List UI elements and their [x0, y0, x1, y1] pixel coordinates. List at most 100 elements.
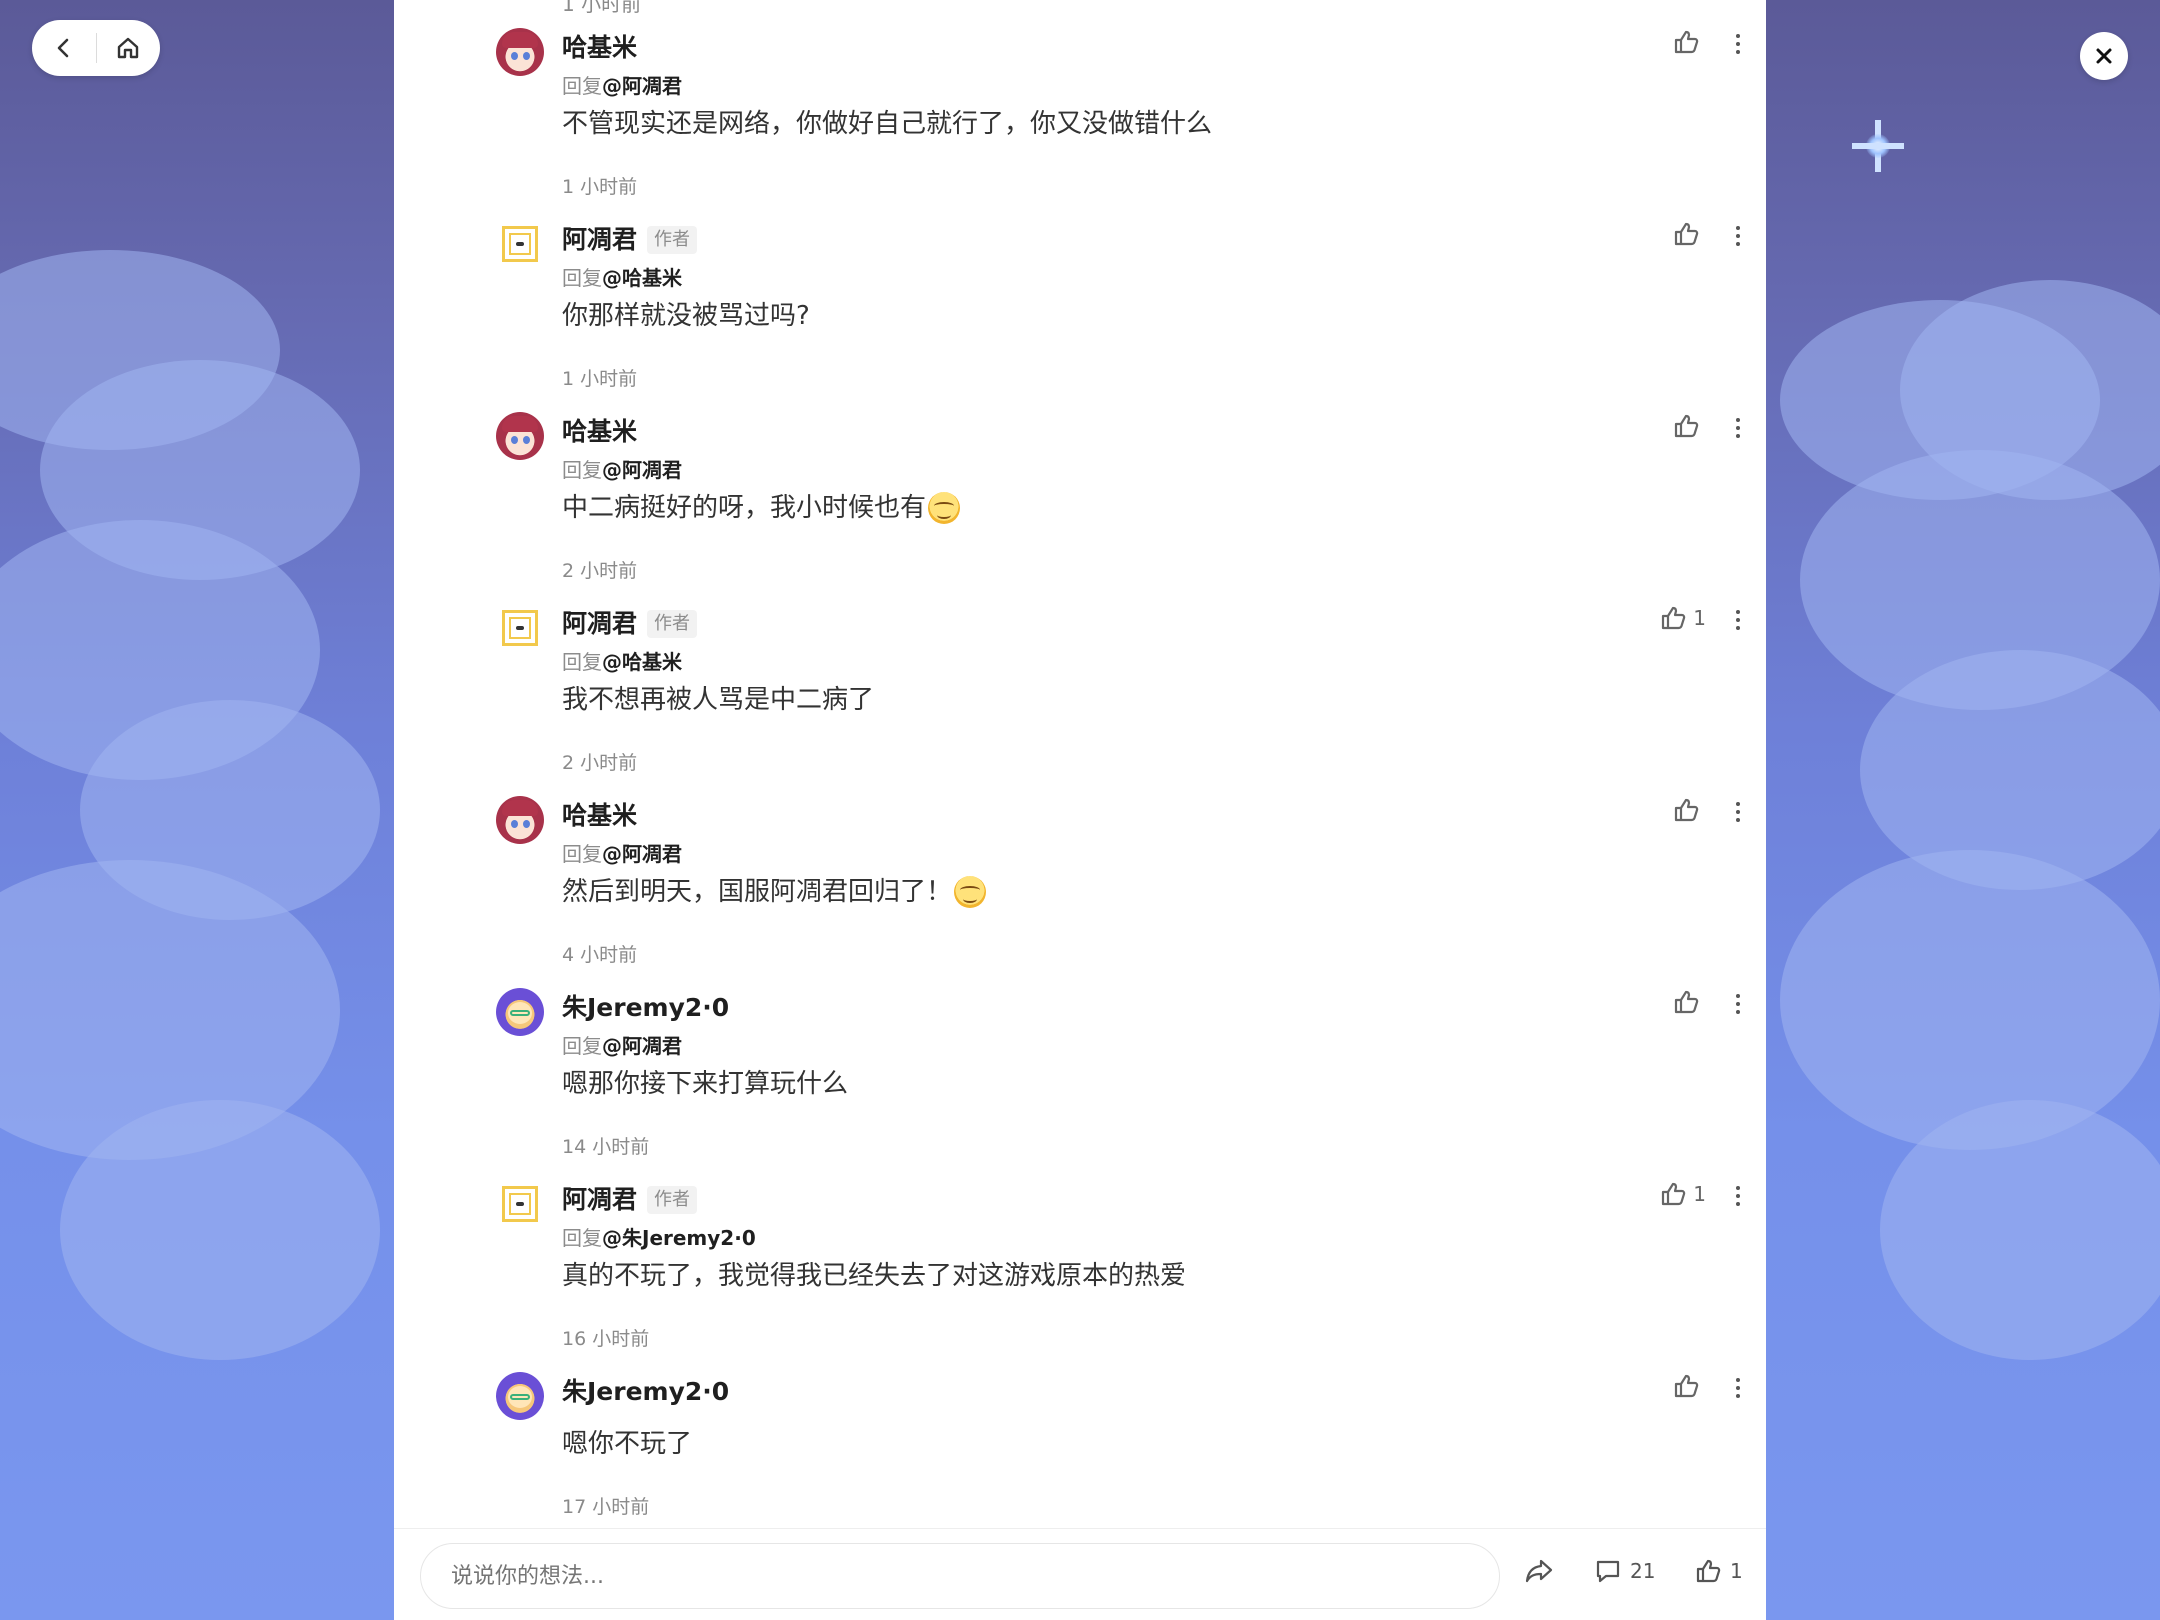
like-button[interactable] [1672, 28, 1706, 56]
home-icon [118, 37, 139, 59]
thumbs-up-icon [1662, 1182, 1686, 1206]
username-text: 阿凋君 [562, 1185, 638, 1214]
username[interactable]: 哈基米 [562, 416, 637, 448]
comment-panel: 1 小时前 哈基米 回复@阿凋君 不管现实还是网络，你做好自己就行了，你又没做错什么… [394, 0, 1766, 1620]
comment-body: 然后到明天，国服阿凋君回归了！ [562, 877, 953, 907]
comment-time: 4 小时前 [562, 944, 638, 966]
avatar[interactable] [496, 1372, 544, 1420]
comment-count: 21 [1630, 1559, 1656, 1583]
close-icon [2096, 48, 2112, 64]
like-button[interactable] [1672, 220, 1706, 248]
like-button[interactable] [1672, 988, 1706, 1016]
username[interactable]: 哈基米 [562, 32, 637, 64]
reply-mention[interactable]: @阿凋君 [602, 458, 682, 482]
more-options-icon[interactable] [1732, 226, 1744, 246]
username-text: 朱Jeremy2·0 [562, 1377, 730, 1406]
like-count: 1 [1693, 606, 1706, 630]
bottom-bar: 21 1 [394, 1528, 1766, 1620]
avatar[interactable] [500, 1184, 540, 1224]
avatar[interactable] [496, 796, 544, 844]
comment-time: 16 小时前 [562, 1328, 650, 1350]
comment-body: 嗯那你接下来打算玩什么 [562, 1069, 849, 1099]
author-badge: 作者 [647, 1186, 698, 1214]
username[interactable]: 阿凋君 作者 [562, 224, 698, 256]
like-button[interactable] [1672, 796, 1706, 824]
nav-pill [32, 20, 160, 76]
avatar[interactable] [496, 412, 544, 460]
home-button[interactable] [97, 20, 161, 76]
close-button[interactable] [2080, 32, 2128, 80]
more-options-icon[interactable] [1732, 418, 1744, 438]
more-options-icon[interactable] [1732, 610, 1744, 630]
comment-time: 17 小时前 [562, 1496, 650, 1518]
comment-text: 然后到明天，国服阿凋君回归了！ [562, 874, 987, 910]
username-text: 阿凋君 [562, 225, 638, 254]
thumbs-up-icon [1662, 606, 1686, 630]
more-options-icon[interactable] [1732, 1378, 1744, 1398]
more-options-icon[interactable] [1732, 1186, 1744, 1206]
comment-time: 14 小时前 [562, 1136, 650, 1158]
reply-mention[interactable]: @阿凋君 [602, 74, 682, 98]
comment-text: 真的不玩了，我觉得我已经失去了对这游戏原本的热爱 [562, 1258, 1186, 1294]
like-count: 1 [1693, 1182, 1706, 1206]
reply-mention[interactable]: @阿凋君 [602, 1034, 682, 1058]
reply-mention[interactable]: @哈基米 [602, 266, 682, 290]
reply-prefix: 回复 [562, 842, 602, 866]
reply-target: 回复@朱Jeremy2·0 [562, 1224, 756, 1252]
reply-prefix: 回复 [562, 266, 602, 290]
comment-time: 2 小时前 [562, 752, 638, 774]
previous-comment-time: 1 小时前 [562, 0, 642, 16]
thumbs-up-icon [1674, 414, 1699, 438]
avatar[interactable] [496, 28, 544, 76]
back-button[interactable] [32, 20, 96, 76]
reply-target: 回复@哈基米 [562, 264, 682, 292]
like-post-button[interactable]: 1 [1694, 1557, 1743, 1585]
reply-mention[interactable]: @朱Jeremy2·0 [602, 1226, 756, 1250]
avatar[interactable] [496, 988, 544, 1036]
username[interactable]: 哈基米 [562, 800, 637, 832]
more-options-icon[interactable] [1732, 802, 1744, 822]
username[interactable]: 阿凋君 作者 [562, 1184, 698, 1216]
comment-text: 你那样就没被骂过吗? [562, 298, 810, 334]
reply-prefix: 回复 [562, 458, 602, 482]
reply-target: 回复@哈基米 [562, 648, 682, 676]
reply-prefix: 回复 [562, 1034, 602, 1058]
more-options-icon[interactable] [1732, 994, 1744, 1014]
avatar[interactable] [500, 608, 540, 648]
thumbs-up-icon [1696, 1559, 1721, 1583]
sparkle-star [1852, 120, 1904, 172]
reply-mention[interactable]: @阿凋君 [602, 842, 682, 866]
comment-time: 1 小时前 [562, 368, 638, 390]
comment-count-button[interactable]: 21 [1594, 1557, 1655, 1585]
username-text: 朱Jeremy2·0 [562, 993, 730, 1022]
username-text: 阿凋君 [562, 609, 638, 638]
like-button[interactable] [1672, 1372, 1706, 1400]
share-button[interactable] [1524, 1557, 1554, 1585]
username-text: 哈基米 [562, 417, 638, 446]
more-options-icon[interactable] [1732, 34, 1744, 54]
comment-input[interactable] [420, 1543, 1500, 1609]
thumbs-up-icon [1674, 990, 1699, 1014]
reply-target: 回复@阿凋君 [562, 840, 682, 868]
username[interactable]: 阿凋君 作者 [562, 608, 698, 640]
chevron-left-icon [57, 38, 69, 58]
comment-body: 不管现实还是网络，你做好自己就行了，你又没做错什么 [562, 109, 1213, 139]
like-button[interactable]: 1 [1659, 604, 1706, 632]
comment-body: 真的不玩了，我觉得我已经失去了对这游戏原本的热爱 [562, 1261, 1187, 1291]
like-button[interactable] [1672, 412, 1706, 440]
share-icon [1525, 1559, 1553, 1583]
like-button[interactable]: 1 [1659, 1180, 1706, 1208]
comment-text: 嗯那你接下来打算玩什么 [562, 1066, 848, 1102]
avatar[interactable] [500, 224, 540, 264]
username-text: 哈基米 [562, 801, 638, 830]
comment-text: 我不想再被人骂是中二病了 [562, 682, 874, 718]
reply-target: 回复@阿凋君 [562, 456, 682, 484]
reply-mention[interactable]: @哈基米 [602, 650, 682, 674]
thumbs-up-icon [1674, 30, 1699, 54]
comment-text: 嗯你不玩了 [562, 1426, 692, 1462]
reply-target: 回复@阿凋君 [562, 72, 682, 100]
comment-text: 中二病挺好的呀，我小时候也有 [562, 490, 961, 526]
username[interactable]: 朱Jeremy2·0 [562, 992, 729, 1024]
author-badge: 作者 [647, 610, 698, 638]
username[interactable]: 朱Jeremy2·0 [562, 1376, 729, 1408]
